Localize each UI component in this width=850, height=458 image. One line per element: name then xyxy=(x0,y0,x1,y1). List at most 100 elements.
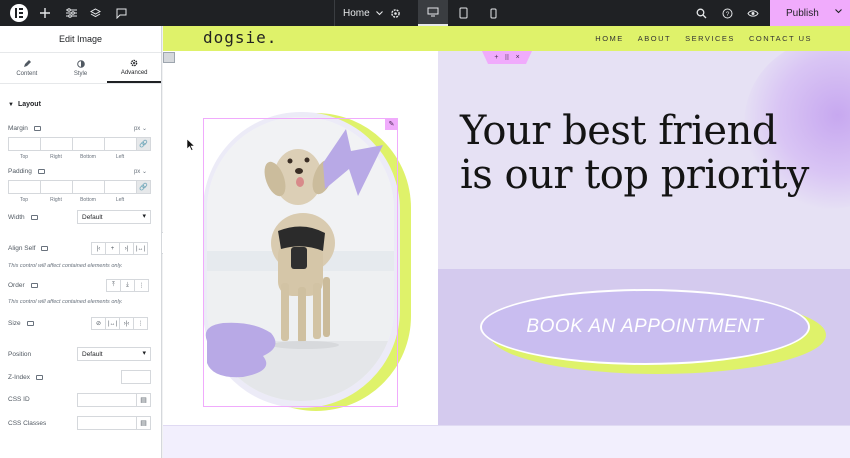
dynamic-tags-icon[interactable]: ▤ xyxy=(136,393,151,407)
gear-icon xyxy=(130,59,138,66)
align-self-buttons: |‹ + ›| |↔| xyxy=(91,242,148,255)
preview-eye-icon[interactable] xyxy=(740,0,766,26)
tab-content[interactable]: Content xyxy=(0,53,54,83)
order-label: Order xyxy=(8,282,38,289)
desktop-icon xyxy=(26,321,34,326)
tab-advanced[interactable]: Advanced xyxy=(107,53,162,83)
width-select[interactable]: Default xyxy=(77,210,151,224)
css-id-label-text: CSS ID xyxy=(8,396,30,403)
mobile-view-icon[interactable] xyxy=(478,0,508,26)
z-index-label: Z-Index xyxy=(8,374,44,381)
padding-unit-selector[interactable]: px ⌄ xyxy=(134,168,147,175)
position-select[interactable]: Default xyxy=(77,347,151,361)
width-label-text: Width xyxy=(8,214,25,221)
z-index-input[interactable] xyxy=(121,370,151,384)
size-grow-icon[interactable]: |↔| xyxy=(105,317,120,330)
drag-handle-icon[interactable]: ⠿ xyxy=(504,54,509,62)
image-column[interactable]: ✎ xyxy=(163,51,438,425)
size-none-icon[interactable]: ⊘ xyxy=(91,317,106,330)
align-start-icon[interactable]: |‹ xyxy=(91,242,106,255)
elementor-logo-icon[interactable] xyxy=(10,4,28,22)
link-values-icon[interactable]: 🔗 xyxy=(136,180,151,194)
side-label: Left xyxy=(115,154,125,160)
css-classes-input[interactable] xyxy=(77,416,137,430)
css-id-label: CSS ID xyxy=(8,396,30,403)
order-label-text: Order xyxy=(8,282,25,289)
padding-top-input[interactable] xyxy=(8,180,41,194)
layout-section-header[interactable]: ▼ Layout xyxy=(8,101,41,108)
align-end-icon[interactable]: ›| xyxy=(119,242,134,255)
chevron-down-icon[interactable] xyxy=(835,9,842,14)
hero-heading-line-2: is our top priority xyxy=(460,152,809,198)
layers-icon[interactable] xyxy=(82,0,108,26)
settings-sliders-icon[interactable] xyxy=(58,0,84,26)
css-id-input[interactable] xyxy=(77,393,137,407)
margin-right-input[interactable] xyxy=(40,137,73,151)
padding-left-input[interactable] xyxy=(104,180,137,194)
margin-top-input[interactable] xyxy=(8,137,41,151)
nav-item-home[interactable]: HOME xyxy=(595,34,624,43)
size-more-icon[interactable]: ⋮ xyxy=(133,317,148,330)
book-appointment-button[interactable]: BOOK AN APPOINTMENT xyxy=(480,289,810,365)
mouse-cursor-icon xyxy=(187,139,195,151)
editor-canvas: dogsie. HOME ABOUT SERVICES CONTACT US ✎… xyxy=(163,26,850,458)
nav-item-about[interactable]: ABOUT xyxy=(638,34,671,43)
side-label: Left xyxy=(115,197,125,203)
edit-widget-pencil-icon[interactable]: ✎ xyxy=(385,118,398,130)
side-label: Bottom xyxy=(80,154,96,160)
desktop-icon xyxy=(30,283,38,288)
margin-label-text: Margin xyxy=(8,125,28,132)
column-handle-icon[interactable] xyxy=(163,52,175,63)
margin-inputs: 🔗 xyxy=(8,137,151,151)
order-note: This control will affect contained eleme… xyxy=(8,299,123,305)
size-label: Size xyxy=(8,320,34,327)
editor-top-bar: Home ? Publish xyxy=(0,0,850,26)
add-element-icon[interactable] xyxy=(32,0,58,26)
delete-section-icon[interactable]: × xyxy=(516,54,520,61)
tablet-view-icon[interactable] xyxy=(448,0,478,26)
search-icon[interactable] xyxy=(688,0,714,26)
layout-section-label: Layout xyxy=(17,101,41,108)
margin-unit-selector[interactable]: px ⌄ xyxy=(134,125,147,132)
align-stretch-icon[interactable]: |↔| xyxy=(133,242,148,255)
side-label: Right xyxy=(50,197,62,203)
hero-heading-line-1: Your best friend xyxy=(460,108,777,154)
panel-title: Edit Image xyxy=(0,26,161,53)
desktop-icon xyxy=(37,169,45,174)
book-appointment-label: BOOK AN APPOINTMENT xyxy=(526,316,764,337)
margin-left-input[interactable] xyxy=(104,137,137,151)
hero-text-column: Your best friend is our top priority xyxy=(438,51,850,269)
hero-heading[interactable]: Your best friend is our top priority xyxy=(460,109,809,197)
page-selector-label: Home xyxy=(343,7,370,19)
nav-item-contact[interactable]: CONTACT US xyxy=(749,34,812,43)
contrast-icon xyxy=(76,59,85,68)
side-label: Top xyxy=(19,154,29,160)
side-label: Bottom xyxy=(80,197,96,203)
tab-advanced-label: Advanced xyxy=(120,69,148,76)
add-section-icon[interactable]: + xyxy=(494,54,498,61)
nav-item-services[interactable]: SERVICES xyxy=(685,34,735,43)
site-settings-gear-icon[interactable] xyxy=(382,0,408,26)
padding-right-input[interactable] xyxy=(40,180,73,194)
padding-bottom-input[interactable] xyxy=(72,180,105,194)
size-label-text: Size xyxy=(8,320,21,327)
help-icon[interactable]: ? xyxy=(714,0,740,26)
link-values-icon[interactable]: 🔗 xyxy=(136,137,151,151)
comments-icon[interactable] xyxy=(108,0,134,26)
publish-button[interactable]: Publish xyxy=(770,0,850,26)
desktop-view-icon[interactable] xyxy=(418,0,448,26)
desktop-icon xyxy=(30,215,38,220)
order-start-icon[interactable]: ⤒ xyxy=(106,279,121,292)
site-logo[interactable]: dogsie. xyxy=(203,28,277,47)
section-handle[interactable]: + ⠿ × xyxy=(482,51,532,64)
dynamic-tags-icon[interactable]: ▤ xyxy=(136,416,151,430)
margin-bottom-input[interactable] xyxy=(72,137,105,151)
z-index-label-text: Z-Index xyxy=(8,374,31,381)
selected-element-outline xyxy=(203,118,398,407)
page-selector[interactable]: Home xyxy=(334,0,384,26)
order-more-icon[interactable]: ⋮ xyxy=(134,279,149,292)
align-center-icon[interactable]: + xyxy=(105,242,120,255)
size-shrink-icon[interactable]: ›|‹ xyxy=(119,317,134,330)
tab-style[interactable]: Style xyxy=(54,53,108,83)
order-end-icon[interactable]: ⤓ xyxy=(120,279,135,292)
